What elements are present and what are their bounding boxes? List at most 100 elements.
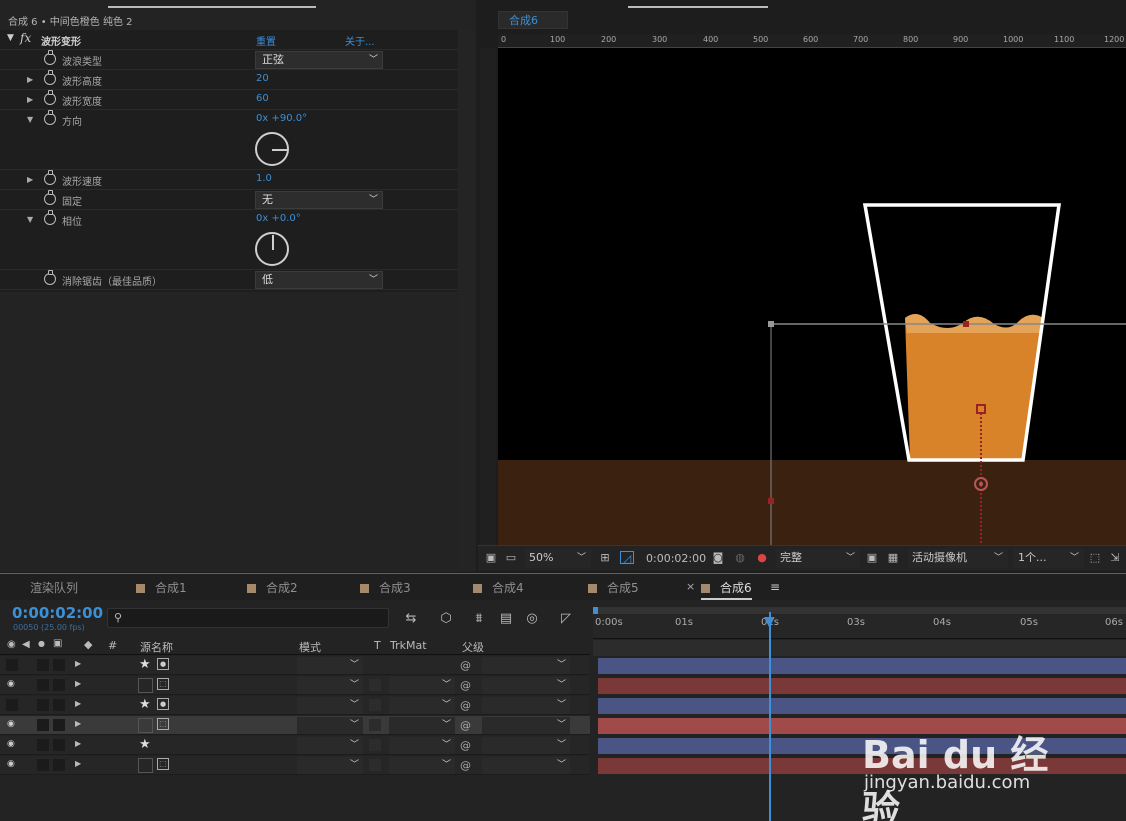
motion-blur-icon[interactable]: ◎	[523, 611, 541, 627]
fx-icon[interactable]: fx	[20, 31, 31, 45]
param-value[interactable]: 20	[256, 73, 269, 84]
mode-dropdown[interactable]: ﹀	[297, 677, 363, 694]
snapshot-icon[interactable]: ◍	[733, 551, 747, 564]
lock-toggle[interactable]	[53, 759, 65, 771]
layer-search-input[interactable]: ⚲	[107, 608, 389, 628]
direction-dial[interactable]	[255, 132, 289, 166]
tab-comp4[interactable]: 合成4	[473, 579, 524, 596]
trkmat-dropdown[interactable]: ﹀	[389, 757, 455, 774]
lock-icon[interactable]: ▣	[53, 638, 62, 649]
expand-triangle[interactable]: ▶	[75, 739, 81, 748]
collapse-switch-icon[interactable]: ●	[157, 658, 169, 670]
layer-row[interactable]: ◉ ▶ ⬚ ﹀ ﹀ @ ﹀	[0, 716, 590, 735]
time-ruler[interactable]: 0:00s 01s 02s 03s 04s 05s 06s	[593, 615, 1126, 639]
pickwhip-icon[interactable]: @	[460, 719, 471, 732]
layer-row[interactable]: ▶ ★ ● ﹀ @ ﹀	[0, 656, 590, 675]
label-icon[interactable]: ◆	[84, 638, 92, 651]
solo-toggle[interactable]	[37, 759, 49, 771]
collapse-switch-icon[interactable]: ●	[157, 698, 169, 710]
reset-link[interactable]: 重置	[256, 33, 276, 48]
close-icon[interactable]: ×	[686, 580, 695, 593]
label-color[interactable]	[88, 759, 102, 772]
viewer-timecode[interactable]: 0:00:02:00	[646, 552, 706, 565]
param-value[interactable]: 60	[256, 93, 269, 104]
tab-comp2[interactable]: 合成2	[247, 579, 298, 596]
parent-dropdown[interactable]: ﹀	[482, 677, 570, 694]
tab-comp6[interactable]: 合成6	[701, 579, 752, 600]
frame-blend-icon[interactable]: ▤	[497, 611, 515, 627]
mode-dropdown[interactable]: ﹀	[297, 657, 363, 674]
panel-drag-handle[interactable]	[628, 6, 768, 8]
wave-type-dropdown[interactable]: 正弦 ﹀	[255, 51, 383, 69]
draft-3d-icon[interactable]: ⬡	[437, 611, 455, 627]
stopwatch-icon[interactable]	[44, 210, 56, 225]
expand-triangle[interactable]: ▶	[27, 95, 33, 104]
reset-exposure-icon[interactable]: ⬚	[1088, 551, 1102, 564]
panel-menu-icon[interactable]: ≡	[770, 580, 780, 594]
col-source-name[interactable]: 源名称	[140, 639, 173, 655]
layer-duration-bar[interactable]	[598, 658, 1126, 674]
label-color[interactable]	[88, 719, 102, 732]
composition-canvas[interactable]	[498, 48, 1126, 545]
preserve-transparency-toggle[interactable]	[369, 759, 381, 771]
pickwhip-icon[interactable]: @	[460, 699, 471, 712]
pickwhip-icon[interactable]: @	[460, 759, 471, 772]
work-area-bar[interactable]	[593, 607, 1126, 614]
resolution-dropdown[interactable]: 完整 ﹀	[776, 549, 860, 568]
expand-triangle[interactable]: ▶	[27, 75, 33, 84]
vertical-ruler[interactable]	[480, 48, 496, 545]
pinning-dropdown[interactable]: 无 ﹀	[255, 191, 383, 209]
parent-dropdown[interactable]: ﹀	[482, 697, 570, 714]
label-color[interactable]	[88, 659, 102, 672]
phase-dial[interactable]	[255, 232, 289, 266]
pickwhip-icon[interactable]: @	[460, 679, 471, 692]
grid-icon[interactable]: ⊞	[598, 551, 612, 564]
layer-row[interactable]: ◉ ▶ ★ ﹀ ﹀ @ ﹀	[0, 736, 590, 755]
pickwhip-icon[interactable]: @	[460, 739, 471, 752]
layer-row[interactable]: ◉ ▶ ⬚ ﹀ ﹀ @ ﹀	[0, 756, 590, 775]
lock-toggle[interactable]	[53, 679, 65, 691]
flowchart-icon[interactable]: ⇆	[402, 611, 420, 627]
label-color[interactable]	[88, 679, 102, 692]
trkmat-dropdown[interactable]: ﹀	[389, 677, 455, 694]
param-value[interactable]: 1.0	[256, 173, 272, 184]
horizontal-ruler[interactable]: 0 100 200 300 400 500 600 700 800 900 10…	[498, 34, 1126, 48]
graph-editor-icon[interactable]: ◸	[557, 611, 575, 627]
expand-triangle[interactable]: ▶	[75, 679, 81, 688]
motion-blur-switch-icon[interactable]: ⬚	[157, 758, 169, 770]
parent-dropdown[interactable]: ﹀	[482, 737, 570, 754]
stopwatch-icon[interactable]	[44, 170, 56, 185]
eye-icon[interactable]: ◉	[7, 759, 19, 771]
mode-dropdown[interactable]: ﹀	[297, 737, 363, 754]
stopwatch-icon[interactable]	[44, 70, 56, 85]
param-value[interactable]: 0x +0.0°	[256, 213, 301, 224]
antialias-dropdown[interactable]: 低 ﹀	[255, 271, 383, 289]
current-time[interactable]: 0:00:02:00	[12, 604, 103, 622]
preserve-transparency-toggle[interactable]	[369, 719, 381, 731]
mode-dropdown[interactable]: ﹀	[297, 717, 363, 734]
parent-dropdown[interactable]: ﹀	[482, 657, 570, 674]
mode-dropdown[interactable]: ﹀	[297, 697, 363, 714]
mode-dropdown[interactable]: ﹀	[297, 757, 363, 774]
scrollbar[interactable]	[458, 30, 474, 570]
expand-triangle[interactable]: ▶	[75, 719, 81, 728]
monitor-icon[interactable]: ▭	[504, 551, 518, 564]
expand-triangle[interactable]: ▼	[27, 215, 33, 224]
tab-comp5[interactable]: 合成5	[588, 579, 639, 596]
shy-icon[interactable]: ⩩	[470, 611, 488, 627]
solo-toggle[interactable]	[37, 659, 49, 671]
motion-blur-switch-icon[interactable]: ⬚	[157, 678, 169, 690]
views-dropdown[interactable]: 1个... ﹀	[1014, 549, 1084, 568]
trkmat-dropdown[interactable]: ﹀	[389, 717, 455, 734]
label-color[interactable]	[88, 699, 102, 712]
lock-toggle[interactable]	[53, 699, 65, 711]
exposure-icon[interactable]: ⇲	[1108, 551, 1122, 564]
motion-blur-switch-icon[interactable]: ⬚	[157, 718, 169, 730]
zoom-dropdown[interactable]: 50% ﹀	[525, 549, 591, 568]
eye-icon[interactable]: ◉	[7, 639, 16, 650]
stopwatch-icon[interactable]	[44, 110, 56, 125]
audio-icon[interactable]: ◀	[22, 639, 30, 650]
eye-icon[interactable]: ◉	[7, 719, 19, 731]
roi-icon[interactable]: ▣	[865, 551, 879, 564]
expand-triangle[interactable]: ▼	[27, 115, 33, 124]
